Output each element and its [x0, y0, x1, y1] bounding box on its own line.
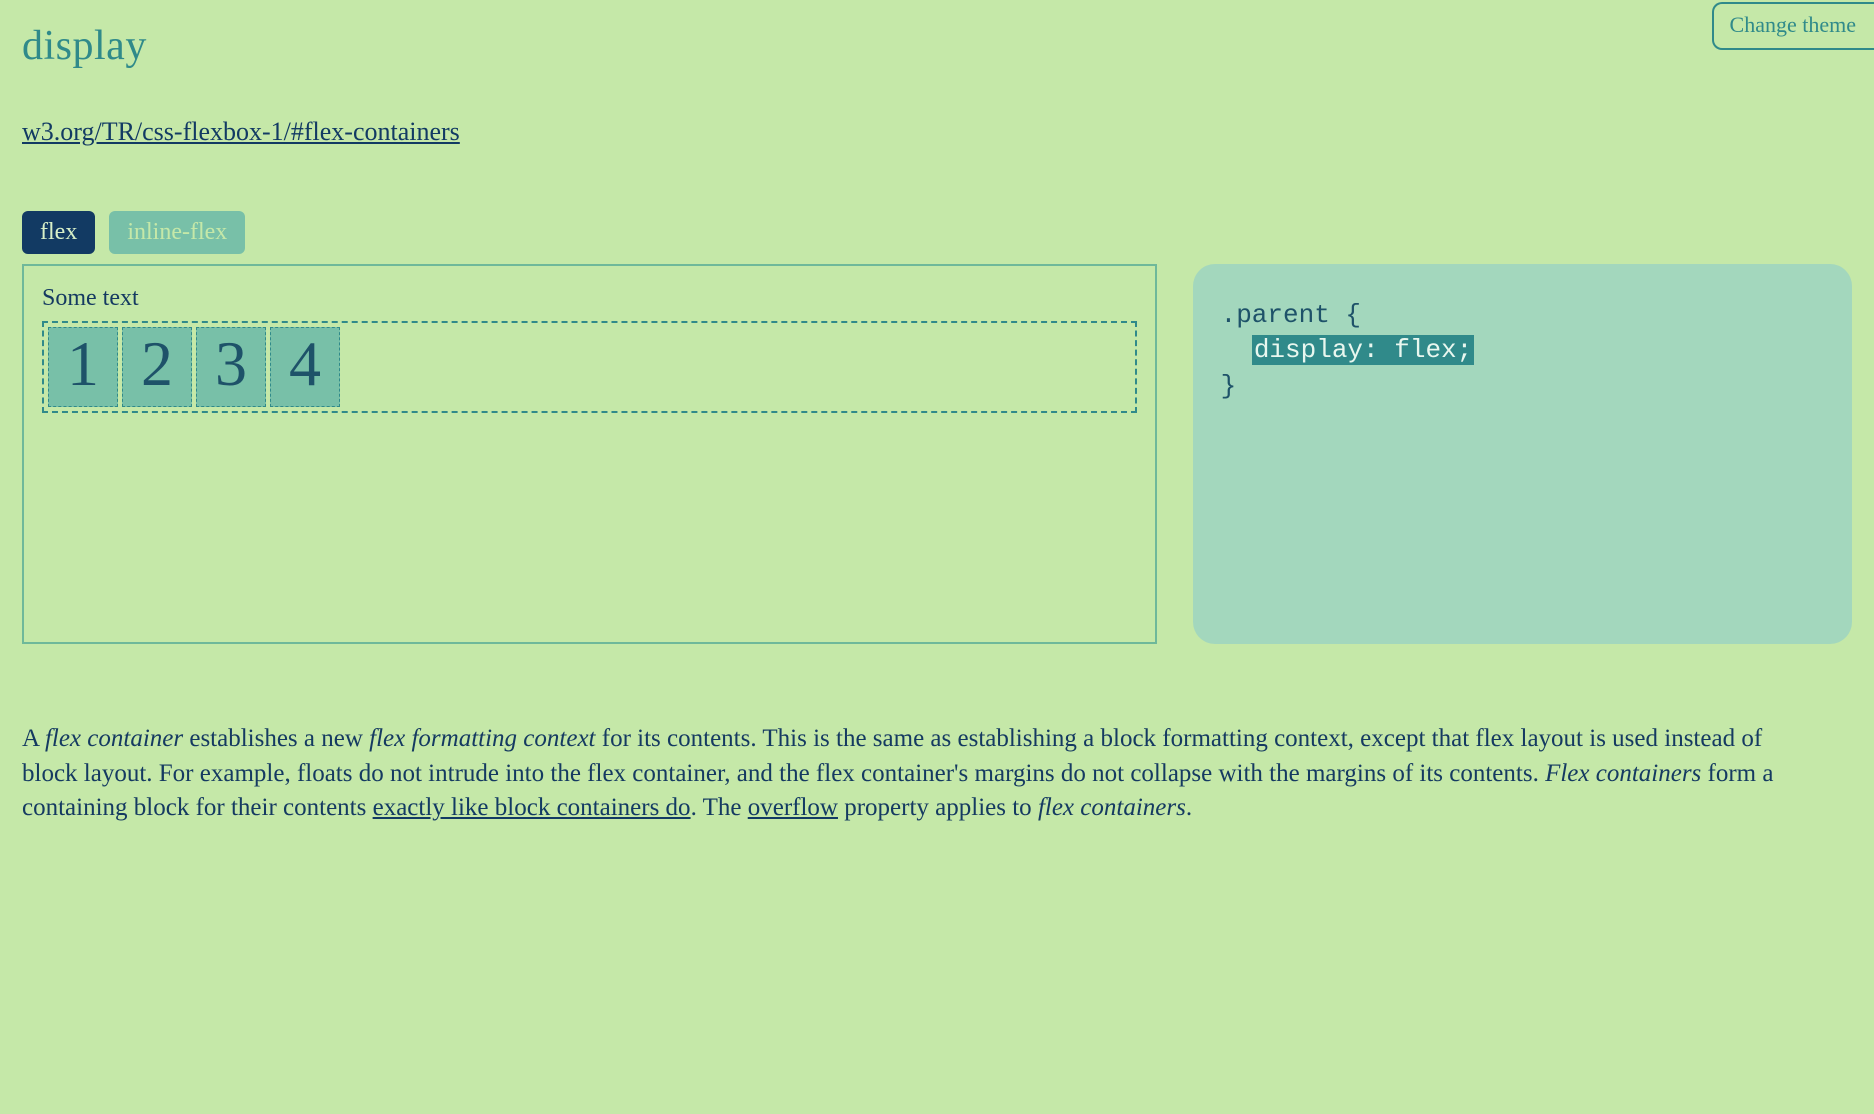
spec-link[interactable]: w3.org/TR/css-flexbox-1/#flex-containers: [22, 114, 460, 149]
change-theme-button[interactable]: Change theme: [1712, 2, 1874, 50]
tab-flex[interactable]: flex: [22, 211, 95, 254]
tab-bar: flex inline-flex: [22, 211, 1852, 254]
code-panel: .parent { display: flex; }: [1193, 264, 1852, 644]
tab-inline-flex[interactable]: inline-flex: [109, 211, 245, 254]
page-title: display: [22, 18, 1852, 75]
flex-item: 4: [270, 327, 340, 407]
desc-link-block-containers[interactable]: exactly like block containers do: [373, 794, 691, 821]
desc-text: establishes a new: [183, 725, 369, 752]
code-close-brace: }: [1221, 371, 1237, 401]
desc-text: A: [22, 725, 45, 752]
desc-em-flex-container: flex container: [45, 725, 183, 752]
desc-text: property applies to: [838, 794, 1038, 821]
demo-panel: Some text 1 2 3 4: [22, 264, 1157, 644]
desc-em-flex-containers-2: flex containers: [1038, 794, 1186, 821]
desc-em-ffc: flex formatting context: [369, 725, 595, 752]
desc-text: .: [1186, 794, 1192, 821]
code-selector: .parent: [1221, 300, 1330, 330]
flex-item: 1: [48, 327, 118, 407]
demo-preamble-text: Some text: [42, 282, 1137, 314]
code-open-brace: {: [1345, 300, 1361, 330]
flex-item: 3: [196, 327, 266, 407]
desc-link-overflow[interactable]: overflow: [748, 794, 838, 821]
code-rule: display: flex;: [1252, 335, 1474, 365]
flex-container: 1 2 3 4: [42, 321, 1137, 413]
description-paragraph: A flex container establishes a new flex …: [22, 722, 1815, 826]
desc-text: . The: [691, 794, 748, 821]
desc-em-flex-containers: Flex containers: [1545, 760, 1701, 787]
flex-item: 2: [122, 327, 192, 407]
